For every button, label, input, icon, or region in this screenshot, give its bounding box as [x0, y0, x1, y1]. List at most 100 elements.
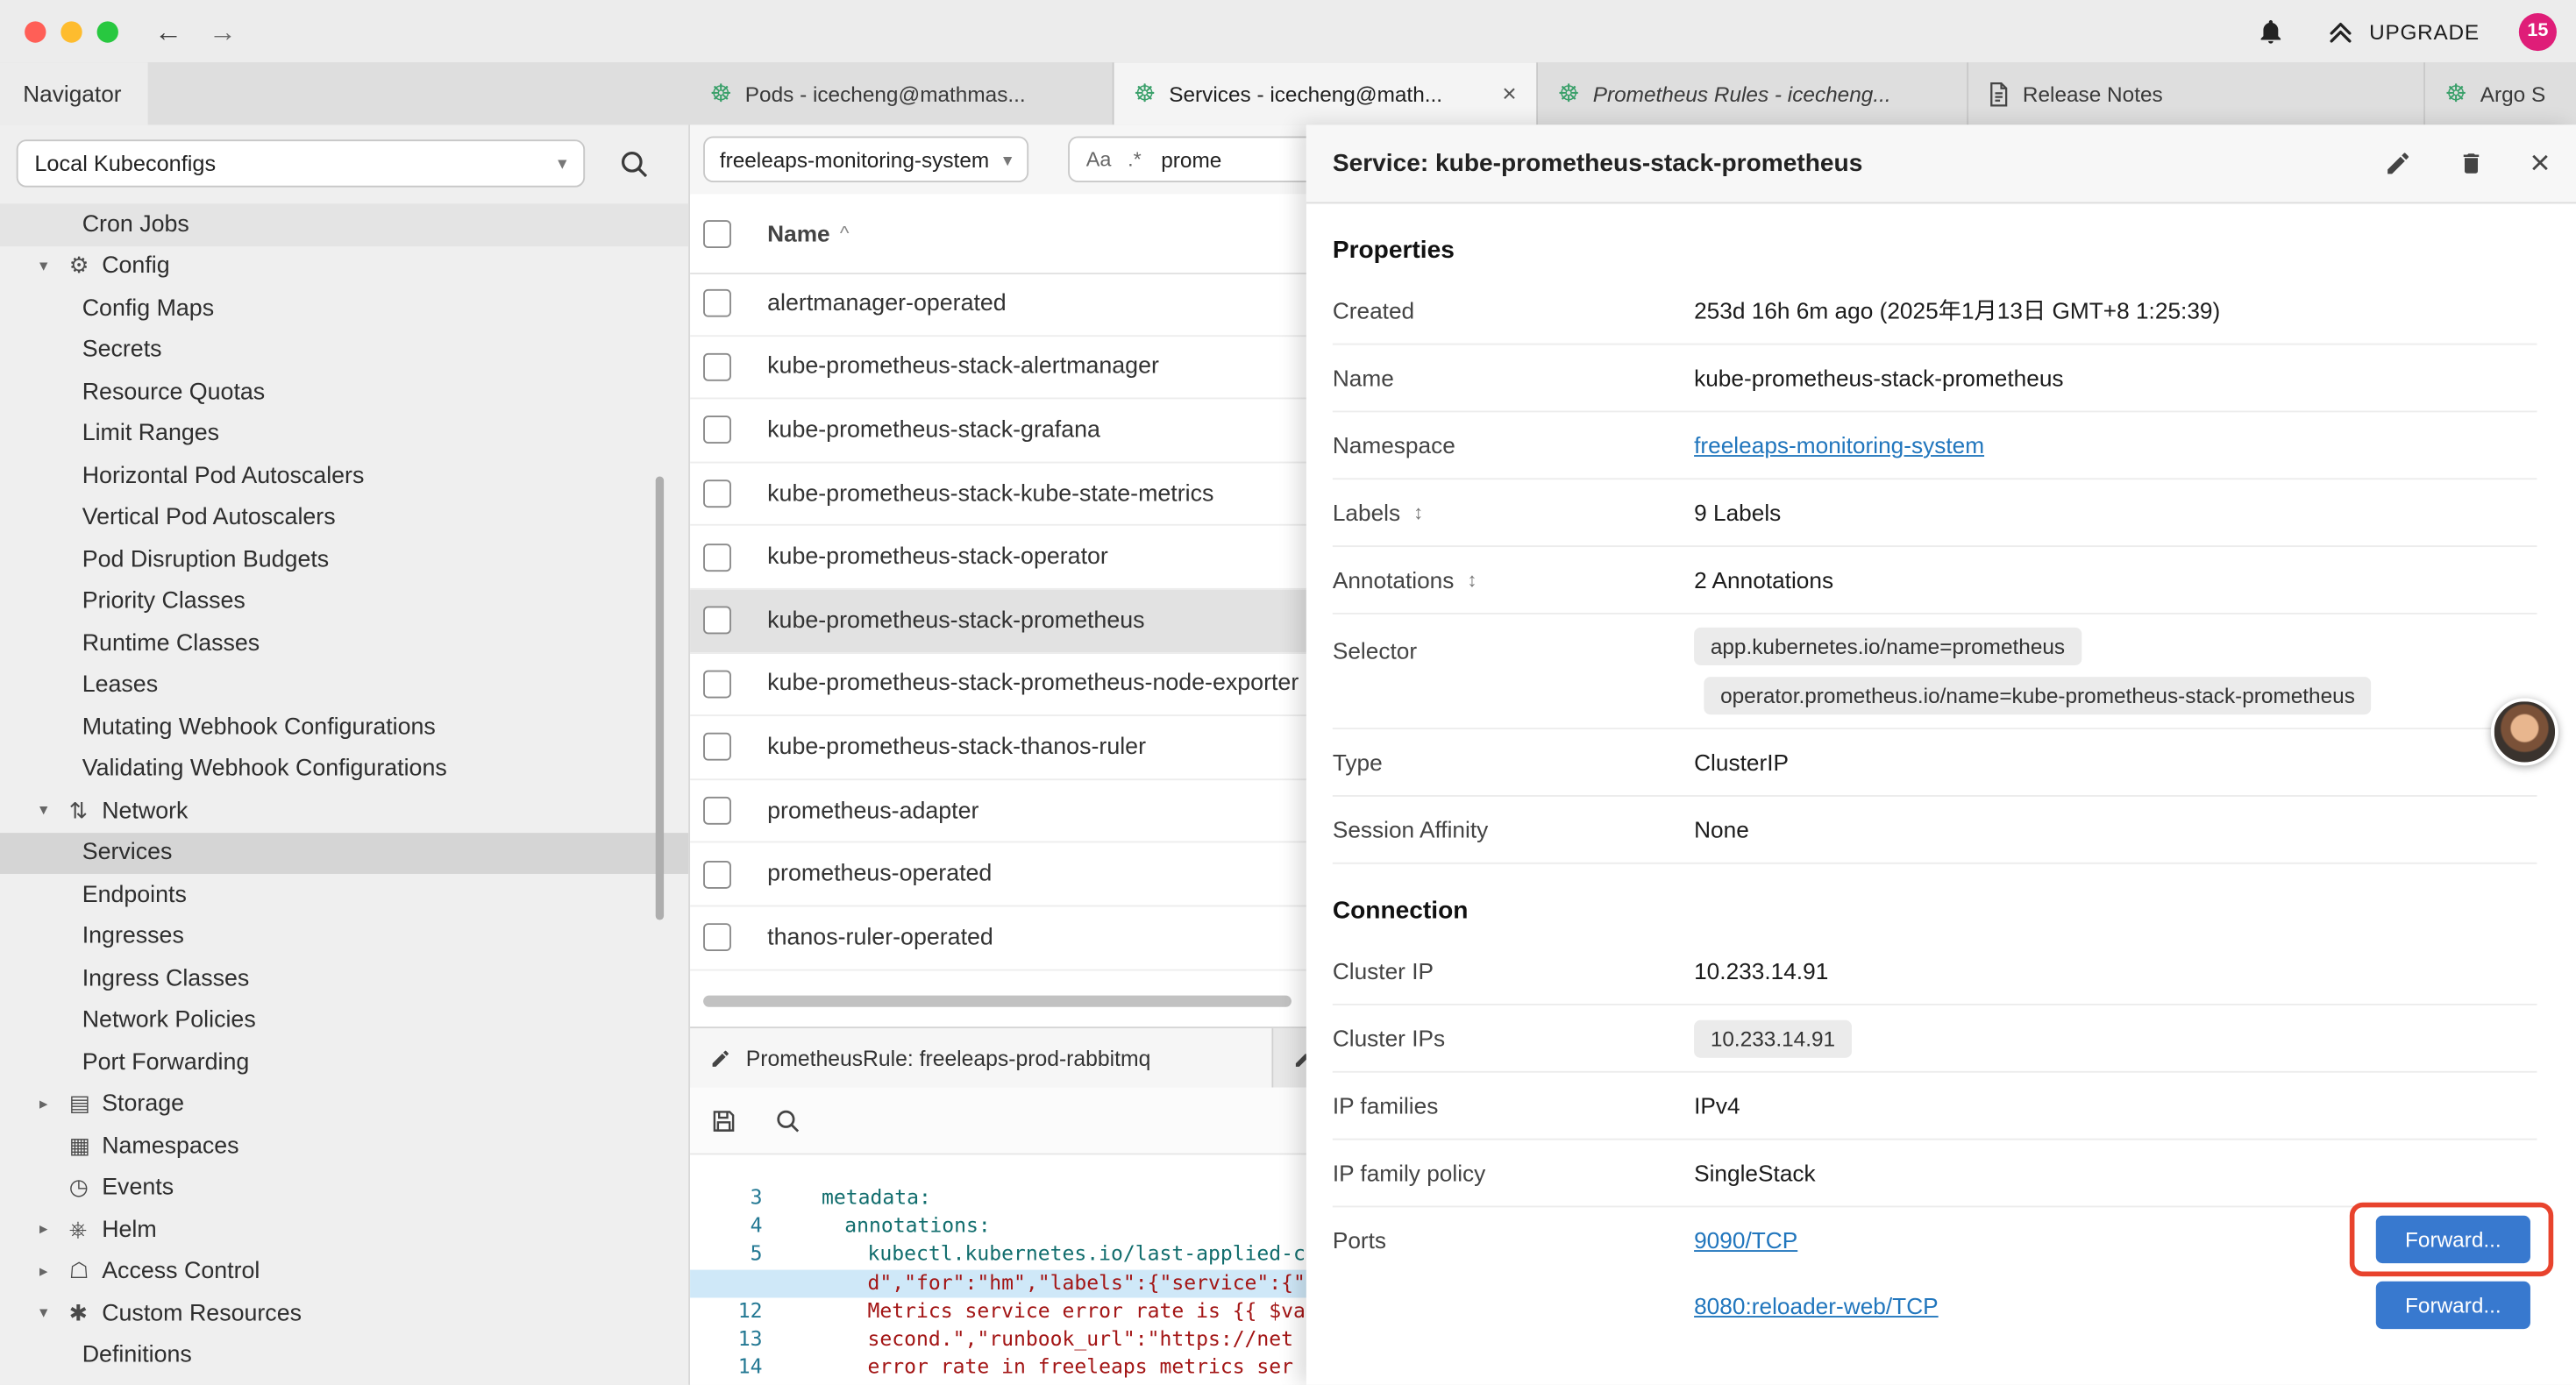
tree-item-label: Custom Resources	[102, 1301, 302, 1327]
app-tab[interactable]: ☸ Argo S	[2425, 62, 2576, 124]
expand-annotations-icon[interactable]: ↕	[1467, 568, 1477, 591]
kubeconfig-selector-value: Local Kubeconfigs	[34, 151, 216, 175]
match-case-toggle[interactable]: Aa	[1086, 148, 1112, 171]
tree-item[interactable]: ▸ ☖ Access Control	[0, 1251, 688, 1293]
tree-chevron-icon[interactable]: ▾	[39, 1304, 69, 1323]
upgrade-button[interactable]: UPGRADE	[2325, 16, 2480, 47]
upgrade-label: UPGRADE	[2369, 19, 2480, 44]
tree-item[interactable]: Port Forwarding	[0, 1041, 688, 1083]
tree-item[interactable]: Mutating Webhook Configurations	[0, 707, 688, 749]
row-checkbox[interactable]	[703, 353, 731, 381]
sort-ascending-icon[interactable]: ^	[840, 222, 850, 245]
regex-toggle[interactable]: .*	[1128, 148, 1142, 171]
tree-item[interactable]: Services	[0, 832, 688, 874]
forward-button[interactable]: →	[209, 18, 237, 46]
tree-item[interactable]: Limit Ranges	[0, 413, 688, 455]
tree-item[interactable]: Horizontal Pod Autoscalers	[0, 455, 688, 497]
app-tab[interactable]: Release Notes	[1968, 62, 2425, 124]
tree-item[interactable]: Cron Jobs	[0, 203, 688, 245]
tree-item[interactable]: Definitions	[0, 1335, 688, 1377]
tree-item[interactable]: ▸ ▤ Storage	[0, 1083, 688, 1126]
tree-chevron-icon[interactable]: ▸	[39, 1221, 69, 1239]
port-link[interactable]: 9090/TCP	[1694, 1227, 1797, 1254]
tree-item[interactable]: ▦ Namespaces	[0, 1126, 688, 1168]
line-number: 12	[690, 1297, 786, 1325]
tree-item-label: Port Forwarding	[82, 1049, 250, 1076]
close-window-button[interactable]	[25, 20, 46, 41]
tree-item[interactable]: ▾ ⇅ Network	[0, 790, 688, 832]
tree-chevron-icon[interactable]: ▾	[39, 802, 69, 820]
tab-label: Services - icecheng@math...	[1169, 82, 1489, 106]
user-avatar[interactable]	[2491, 698, 2558, 765]
row-checkbox[interactable]	[703, 607, 731, 635]
port-link[interactable]: 8080:reloader-web/TCP	[1694, 1293, 1939, 1319]
kubeconfig-selector[interactable]: Local Kubeconfigs ▾	[17, 139, 585, 187]
navigator-label: Navigator	[23, 81, 121, 107]
tree-item[interactable]: Runtime Classes	[0, 622, 688, 664]
tree-item[interactable]: Resource Quotas	[0, 372, 688, 414]
row-checkbox[interactable]	[703, 924, 731, 952]
tree-item[interactable]: ▸ ⎈ Helm	[0, 1209, 688, 1251]
detail-row-ports: Ports 9090/TCP Forward... 8080:reloader-…	[1333, 1207, 2537, 1339]
row-checkbox[interactable]	[703, 479, 731, 508]
search-icon[interactable]	[774, 1106, 802, 1134]
app-tab[interactable]: ☸ Pods - icecheng@mathmas...	[690, 62, 1114, 124]
tab-label: Argo S	[2480, 82, 2576, 106]
tree-item[interactable]: ◷ Events	[0, 1167, 688, 1209]
name-column-header[interactable]: Name	[767, 220, 829, 246]
notifications-bell-icon[interactable]	[2256, 17, 2286, 46]
service-name: kube-prometheus-stack-alertmanager	[767, 354, 1159, 380]
row-checkbox[interactable]	[703, 860, 731, 888]
tree-item[interactable]: Secrets	[0, 330, 688, 372]
tree-chevron-icon[interactable]: ▸	[39, 1263, 69, 1282]
tree-item-label: Access Control	[102, 1259, 260, 1285]
dock-tab[interactable]: PrometheusRule: freeleaps-prod-rabbitmq	[690, 1028, 1273, 1087]
detail-title: Service: kube-prometheus-stack-prometheu…	[1333, 150, 1863, 178]
minimize-window-button[interactable]	[60, 20, 82, 41]
row-checkbox[interactable]	[703, 543, 731, 572]
forward-button[interactable]: Forward...	[2376, 1216, 2530, 1263]
chevron-down-icon: ▾	[558, 153, 566, 174]
notification-count-badge[interactable]: 15	[2519, 12, 2557, 50]
tree-item[interactable]: Priority Classes	[0, 580, 688, 622]
tree-item-label: Horizontal Pod Autoscalers	[82, 463, 365, 489]
tree-item[interactable]: Leases	[0, 664, 688, 707]
tree-item[interactable]: Network Policies	[0, 999, 688, 1041]
close-tab-icon[interactable]: ×	[1502, 80, 1516, 108]
row-checkbox[interactable]	[703, 670, 731, 698]
edit-pencil-icon[interactable]	[2384, 150, 2412, 178]
app-tab[interactable]: ☸ Prometheus Rules - icecheng...	[1538, 62, 1968, 124]
tree-item[interactable]: Pod Disruption Budgets	[0, 539, 688, 581]
tree-item[interactable]: Validating Webhook Configurations	[0, 749, 688, 791]
zoom-window-button[interactable]	[97, 20, 118, 41]
search-input[interactable]	[1157, 146, 1312, 174]
horizontal-scrollbar[interactable]	[703, 996, 1292, 1007]
namespace-filter-select[interactable]: freeleaps-monitoring-system ▾	[703, 137, 1028, 182]
tree-chevron-icon[interactable]: ▸	[39, 1095, 69, 1113]
tree-item[interactable]: Endpoints	[0, 874, 688, 916]
tree-item[interactable]: Vertical Pod Autoscalers	[0, 497, 688, 539]
storage-icon: ▤	[69, 1091, 102, 1118]
tree-item[interactable]: Config Maps	[0, 288, 688, 330]
delete-trash-icon[interactable]	[2458, 150, 2484, 178]
row-checkbox[interactable]	[703, 289, 731, 317]
tree-item[interactable]: Ingresses	[0, 916, 688, 958]
expand-labels-icon[interactable]: ↕	[1413, 501, 1423, 524]
sidebar-scrollbar[interactable]	[656, 476, 664, 920]
forward-button[interactable]: Forward...	[2376, 1282, 2530, 1329]
row-checkbox[interactable]	[703, 734, 731, 762]
namespace-link[interactable]: freeleaps-monitoring-system	[1694, 432, 1984, 458]
tree-item[interactable]: ▾ ✱ Custom Resources	[0, 1293, 688, 1335]
row-checkbox[interactable]	[703, 416, 731, 444]
properties-heading: Properties	[1333, 237, 2537, 265]
tree-item[interactable]: ▾ ⚙ Config	[0, 245, 688, 288]
back-button[interactable]: ←	[154, 18, 182, 46]
tree-item[interactable]: Ingress Classes	[0, 958, 688, 1000]
close-icon[interactable]: ×	[2530, 146, 2550, 181]
select-all-checkbox[interactable]	[703, 219, 731, 247]
save-icon[interactable]	[710, 1106, 738, 1134]
search-icon[interactable]	[618, 148, 651, 181]
row-checkbox[interactable]	[703, 797, 731, 825]
app-tab[interactable]: ☸ Services - icecheng@math... ×	[1114, 62, 1538, 124]
tree-chevron-icon[interactable]: ▾	[39, 258, 69, 276]
